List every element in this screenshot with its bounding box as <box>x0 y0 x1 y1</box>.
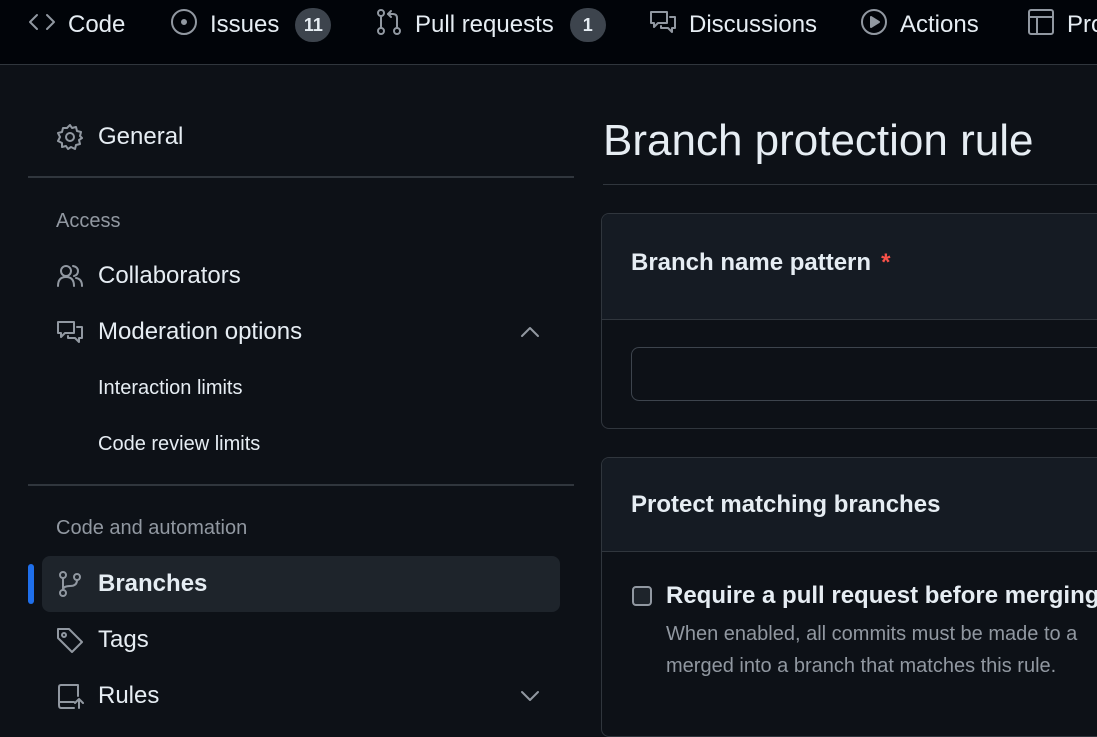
require-pull-request-label[interactable]: Require a pull request before merging <box>666 582 1097 610</box>
branch-name-pattern-input[interactable] <box>631 347 1097 401</box>
chevron-up-icon[interactable] <box>518 320 542 344</box>
report-icon <box>56 318 84 346</box>
tab-discussions-label: Discussions <box>689 11 818 38</box>
protect-branches-box: Protect matching branches Require a pull… <box>601 457 1097 737</box>
sidebar-item-tags[interactable]: Tags <box>42 612 560 668</box>
required-mark: * <box>881 249 891 276</box>
sidebar-item-code-review-limits[interactable]: Code review limits <box>42 416 560 472</box>
git-branch-icon <box>56 570 84 598</box>
tab-pull-requests-label: Pull requests <box>415 11 554 38</box>
sidebar-item-branches-label: Branches <box>98 570 208 597</box>
sidebar-item-moderation-options[interactable]: Moderation options <box>42 304 560 360</box>
tab-issues[interactable]: Issues 11 <box>170 0 332 50</box>
sidebar-item-code-review-limits-label: Code review limits <box>98 432 261 455</box>
tab-projects[interactable]: Pro <box>1027 0 1097 50</box>
sidebar-item-branches[interactable]: Branches <box>42 556 560 612</box>
tab-pull-requests[interactable]: Pull requests 1 <box>375 0 606 50</box>
sidebar-heading-code-automation: Code and automation <box>56 517 248 539</box>
git-pull-request-icon <box>375 8 403 43</box>
sidebar-item-interaction-limits[interactable]: Interaction limits <box>42 360 560 416</box>
tab-discussions[interactable]: Discussions <box>649 0 817 50</box>
title-divider <box>603 184 1097 185</box>
require-pull-request-checkbox[interactable] <box>632 586 652 606</box>
branch-name-pattern-label: Branch name pattern <box>631 249 872 276</box>
sidebar-divider <box>28 484 574 486</box>
sidebar-item-rules-label: Rules <box>98 682 160 709</box>
protect-branches-header: Protect matching branches <box>602 458 1097 552</box>
branch-name-pattern-header: Branch name pattern * <box>602 214 1097 320</box>
issue-opened-icon <box>170 8 198 43</box>
tab-projects-label: Pro <box>1067 11 1097 38</box>
tab-code[interactable]: Code <box>28 0 125 50</box>
code-icon <box>28 8 56 43</box>
issues-count-badge: 11 <box>295 8 332 42</box>
sidebar-item-collaborators[interactable]: Collaborators <box>42 248 560 304</box>
repo-push-icon <box>56 682 84 710</box>
table-icon <box>1027 8 1055 43</box>
tag-icon <box>56 626 84 654</box>
branch-name-pattern-box: Branch name pattern * <box>601 213 1097 429</box>
sidebar-item-interaction-limits-label: Interaction limits <box>98 376 243 399</box>
play-icon <box>860 8 888 43</box>
people-icon <box>56 262 84 290</box>
sidebar-item-collaborators-label: Collaborators <box>98 262 241 289</box>
repo-nav: Code Issues 11 Pull requests 1 Discussio… <box>0 0 1097 65</box>
tab-code-label: Code <box>68 11 126 38</box>
active-indicator <box>28 564 34 604</box>
page-title: Branch protection rule <box>603 116 1034 165</box>
sidebar-item-moderation-label: Moderation options <box>98 318 303 345</box>
tab-actions-label: Actions <box>900 11 979 38</box>
sidebar-item-rules[interactable]: Rules <box>42 668 560 724</box>
sidebar-item-tags-label: Tags <box>98 626 149 653</box>
sidebar-item-general[interactable]: General <box>42 109 560 165</box>
gear-icon <box>56 123 84 151</box>
pull-requests-count-badge: 1 <box>569 8 606 42</box>
branch-name-pattern-heading: Branch name pattern * <box>631 249 890 277</box>
comment-discussion-icon <box>649 8 677 43</box>
chevron-down-icon[interactable] <box>518 684 542 708</box>
tab-actions[interactable]: Actions <box>860 0 979 50</box>
sidebar-item-general-label: General <box>98 123 184 150</box>
require-pull-request-description: When enabled, all commits must be made t… <box>666 623 1078 677</box>
settings-sidebar: General Access Collaborators Moderation … <box>0 65 580 709</box>
tab-issues-label: Issues <box>210 11 280 38</box>
sidebar-divider <box>28 176 574 178</box>
sidebar-heading-access: Access <box>56 210 121 232</box>
protect-branches-heading: Protect matching branches <box>631 491 941 518</box>
